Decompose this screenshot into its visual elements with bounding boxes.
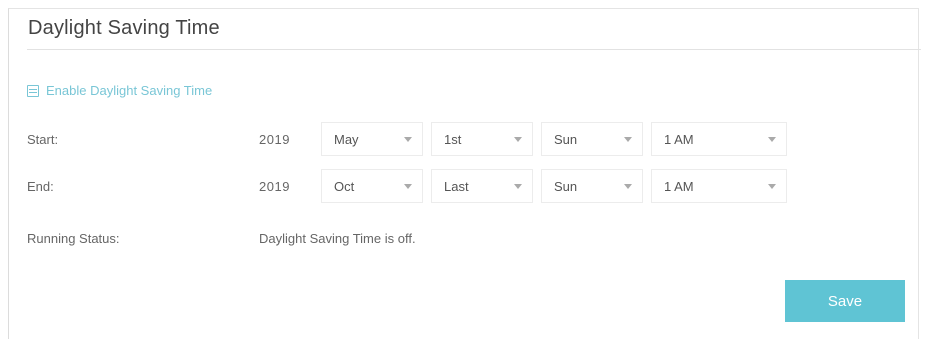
dst-panel: Daylight Saving Time Enable Daylight Sav… bbox=[8, 8, 921, 339]
start-label: Start: bbox=[27, 131, 59, 147]
save-button[interactable]: Save bbox=[785, 280, 905, 322]
chevron-down-icon bbox=[624, 136, 632, 142]
end-hour-select[interactable]: 1 AM bbox=[651, 169, 787, 203]
start-month-value: May bbox=[334, 131, 359, 147]
start-day-value: Sun bbox=[554, 131, 578, 147]
start-week-select[interactable]: 1st bbox=[431, 122, 533, 156]
chevron-down-icon bbox=[404, 183, 412, 189]
end-week-select[interactable]: Last bbox=[431, 169, 533, 203]
end-label: End: bbox=[27, 178, 54, 194]
enable-dst-toggle[interactable]: Enable Daylight Saving Time bbox=[27, 83, 212, 98]
start-hour-select[interactable]: 1 AM bbox=[651, 122, 787, 156]
start-month-select[interactable]: May bbox=[321, 122, 423, 156]
running-status-label: Running Status: bbox=[27, 231, 120, 246]
end-month-value: Oct bbox=[334, 178, 355, 194]
enable-dst-label: Enable Daylight Saving Time bbox=[46, 83, 213, 98]
end-hour-value: 1 AM bbox=[664, 178, 694, 194]
chevron-down-icon bbox=[514, 183, 522, 189]
end-day-select[interactable]: Sun bbox=[541, 169, 643, 203]
running-status-row: Running Status: Daylight Saving Time is … bbox=[27, 231, 416, 246]
end-row: End: 2019 Oct Last Sun 1 AM bbox=[27, 169, 795, 203]
end-week-value: Last bbox=[444, 178, 469, 194]
section-title: Daylight Saving Time bbox=[28, 17, 220, 39]
start-hour-value: 1 AM bbox=[664, 131, 694, 147]
end-year: 2019 bbox=[259, 178, 290, 194]
title-divider bbox=[27, 49, 921, 50]
running-status-value: Daylight Saving Time is off. bbox=[259, 231, 416, 246]
chevron-down-icon bbox=[514, 136, 522, 142]
start-day-select[interactable]: Sun bbox=[541, 122, 643, 156]
checkbox-icon[interactable] bbox=[27, 84, 39, 97]
start-week-value: 1st bbox=[444, 131, 462, 147]
start-row: Start: 2019 May 1st Sun 1 AM bbox=[27, 122, 795, 156]
chevron-down-icon bbox=[768, 136, 776, 142]
chevron-down-icon bbox=[404, 136, 412, 142]
end-month-select[interactable]: Oct bbox=[321, 169, 423, 203]
chevron-down-icon bbox=[624, 183, 632, 189]
end-day-value: Sun bbox=[554, 178, 578, 194]
start-year: 2019 bbox=[259, 131, 290, 147]
chevron-down-icon bbox=[768, 183, 776, 189]
